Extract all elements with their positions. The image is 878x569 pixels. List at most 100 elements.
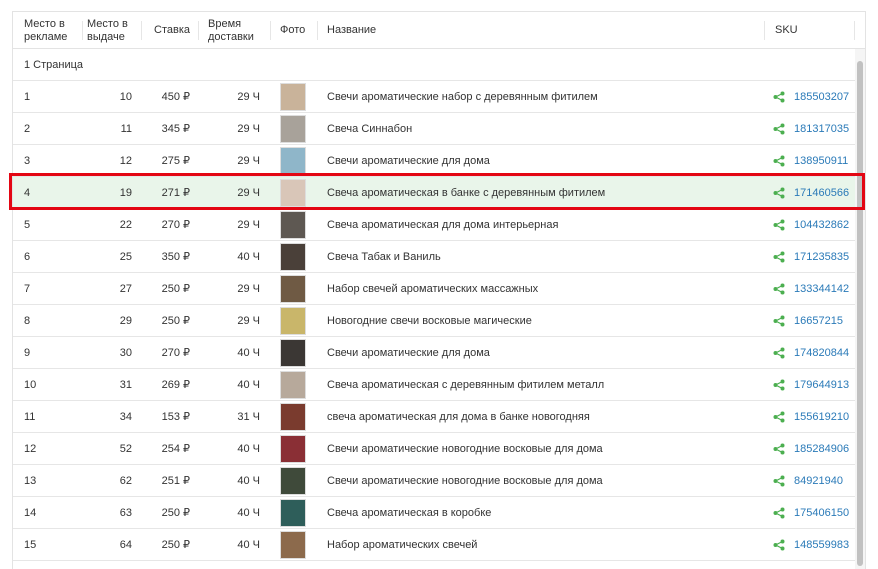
product-thumbnail[interactable] [280, 466, 306, 495]
product-name-cell: Свечи ароматические новогодние восковые … [327, 474, 603, 487]
share-icon[interactable] [773, 347, 785, 359]
position-cell: 64 [119, 538, 132, 551]
share-icon[interactable] [773, 507, 785, 519]
col-position[interactable]: Место в выдаче [87, 12, 137, 49]
table-row[interactable]: 2 11 345 ₽ 29 Ч Свеча Синнабон 181317035 [13, 113, 855, 145]
photo-cell [279, 433, 307, 464]
table-row[interactable]: 10 31 269 ₽ 40 Ч Свеча ароматическая с д… [13, 369, 855, 401]
photo-cell [279, 305, 307, 336]
share-icon[interactable] [773, 123, 785, 135]
sku-link[interactable]: 104432862 [794, 219, 849, 231]
share-icon[interactable] [773, 187, 785, 199]
product-thumbnail[interactable] [280, 114, 306, 143]
product-thumbnail[interactable] [280, 82, 306, 111]
scrollbar-thumb[interactable] [857, 61, 863, 566]
delivery-time-cell: 40 Ч [237, 442, 260, 455]
product-thumbnail[interactable] [280, 530, 306, 559]
sku-link[interactable]: 181317035 [794, 123, 849, 135]
table-row[interactable]: 9 30 270 ₽ 40 Ч Свечи ароматические для … [13, 337, 855, 369]
share-icon[interactable] [773, 251, 785, 263]
table-row[interactable]: 4 19 271 ₽ 29 Ч Свеча ароматическая в ба… [13, 177, 855, 209]
product-thumbnail[interactable] [280, 274, 306, 303]
col-ad-position[interactable]: Место в рекламе [24, 12, 84, 49]
sku-cell: 138950911 [773, 145, 848, 176]
product-name-cell: Свеча ароматическая в коробке [327, 506, 492, 519]
table-row[interactable]: 12 52 254 ₽ 40 Ч Свечи ароматические нов… [13, 433, 855, 465]
sku-link[interactable]: 138950911 [794, 155, 848, 167]
ad-position-cell: 11 [24, 410, 36, 423]
sku-cell: 155619210 [773, 401, 849, 432]
col-sku[interactable]: SKU [775, 12, 815, 49]
table-row[interactable]: 3 12 275 ₽ 29 Ч Свечи ароматические для … [13, 145, 855, 177]
share-icon[interactable] [773, 475, 785, 487]
table-row[interactable]: 8 29 250 ₽ 29 Ч Новогодние свечи восковы… [13, 305, 855, 337]
position-cell: 62 [119, 474, 132, 487]
product-thumbnail[interactable] [280, 178, 306, 207]
product-name-cell: Новогодние свечи восковые магические [327, 314, 532, 327]
sku-link[interactable]: 133344142 [794, 283, 849, 295]
sku-cell: 181317035 [773, 113, 849, 144]
table-row[interactable]: 11 34 153 ₽ 31 Ч свеча ароматическая для… [13, 401, 855, 433]
sku-link[interactable]: 155619210 [794, 411, 849, 423]
delivery-time-cell: 29 Ч [237, 122, 260, 135]
vertical-scrollbar[interactable] [855, 49, 865, 569]
table-row[interactable]: 14 63 250 ₽ 40 Ч Свеча ароматическая в к… [13, 497, 855, 529]
table-row[interactable]: 13 62 251 ₽ 40 Ч Свечи ароматические нов… [13, 465, 855, 497]
product-thumbnail[interactable] [280, 210, 306, 239]
page-group-row[interactable]: 1 Страница [13, 49, 855, 81]
table-row[interactable]: 7 27 250 ₽ 29 Ч Набор свечей ароматическ… [13, 273, 855, 305]
sku-link[interactable]: 185284906 [794, 443, 849, 455]
sku-link[interactable]: 175406150 [794, 507, 849, 519]
delivery-time-cell: 29 Ч [237, 154, 260, 167]
product-thumbnail[interactable] [280, 370, 306, 399]
product-name-cell: Набор ароматических свечей [327, 538, 478, 551]
sku-link[interactable]: 185503207 [794, 91, 849, 103]
product-thumbnail[interactable] [280, 338, 306, 367]
product-name-cell: Свеча ароматическая с деревянным фитилем… [327, 378, 605, 391]
product-thumbnail[interactable] [280, 242, 306, 271]
ad-position-cell: 10 [24, 378, 37, 391]
share-icon[interactable] [773, 91, 785, 103]
sku-cell: 175406150 [773, 497, 849, 528]
col-bid[interactable]: Ставка [154, 12, 194, 49]
sku-link[interactable]: 171235835 [794, 251, 849, 263]
col-delivery-time[interactable]: Время доставки [208, 12, 268, 49]
product-thumbnail[interactable] [280, 434, 306, 463]
bid-cell: 275 ₽ [161, 155, 190, 167]
position-cell: 11 [120, 122, 132, 135]
sku-link[interactable]: 171460566 [794, 187, 849, 199]
sku-link[interactable]: 174820844 [794, 347, 849, 359]
sku-cell: 179644913 [773, 369, 849, 400]
share-icon[interactable] [773, 315, 785, 327]
table-row[interactable]: 6 25 350 ₽ 40 Ч Свеча Табак и Ваниль 171… [13, 241, 855, 273]
product-thumbnail[interactable] [280, 402, 306, 431]
share-icon[interactable] [773, 411, 785, 423]
sku-link[interactable]: 84921940 [794, 475, 843, 487]
photo-cell [279, 465, 307, 496]
sku-link[interactable]: 179644913 [794, 379, 849, 391]
share-icon[interactable] [773, 219, 785, 231]
col-photo[interactable]: Фото [280, 12, 315, 49]
share-icon[interactable] [773, 283, 785, 295]
share-icon[interactable] [773, 155, 785, 167]
sku-link[interactable]: 16657215 [794, 315, 843, 327]
sku-link[interactable]: 148559983 [794, 539, 849, 551]
product-thumbnail[interactable] [280, 146, 306, 175]
product-thumbnail[interactable] [280, 498, 306, 527]
photo-cell [279, 273, 307, 304]
col-name[interactable]: Название [327, 12, 427, 49]
product-name-cell: Свечи ароматические набор с деревянным ф… [327, 90, 598, 103]
table-row[interactable]: 1 10 450 ₽ 29 Ч Свечи ароматические набо… [13, 81, 855, 113]
share-icon[interactable] [773, 443, 785, 455]
bid-cell: 270 ₽ [161, 219, 190, 231]
share-icon[interactable] [773, 539, 785, 551]
ad-position-cell: 7 [24, 282, 31, 295]
sku-cell: 16657215 [773, 305, 843, 336]
table-row[interactable]: 15 64 250 ₽ 40 Ч Набор ароматических све… [13, 529, 855, 561]
share-icon[interactable] [773, 379, 785, 391]
bid-cell: 250 ₽ [161, 539, 190, 551]
ad-position-cell: 13 [24, 474, 37, 487]
table-row[interactable]: 5 22 270 ₽ 29 Ч Свеча ароматическая для … [13, 209, 855, 241]
product-thumbnail[interactable] [280, 306, 306, 335]
table-header: Место в рекламе Место в выдаче Ставка Вр… [13, 12, 865, 49]
